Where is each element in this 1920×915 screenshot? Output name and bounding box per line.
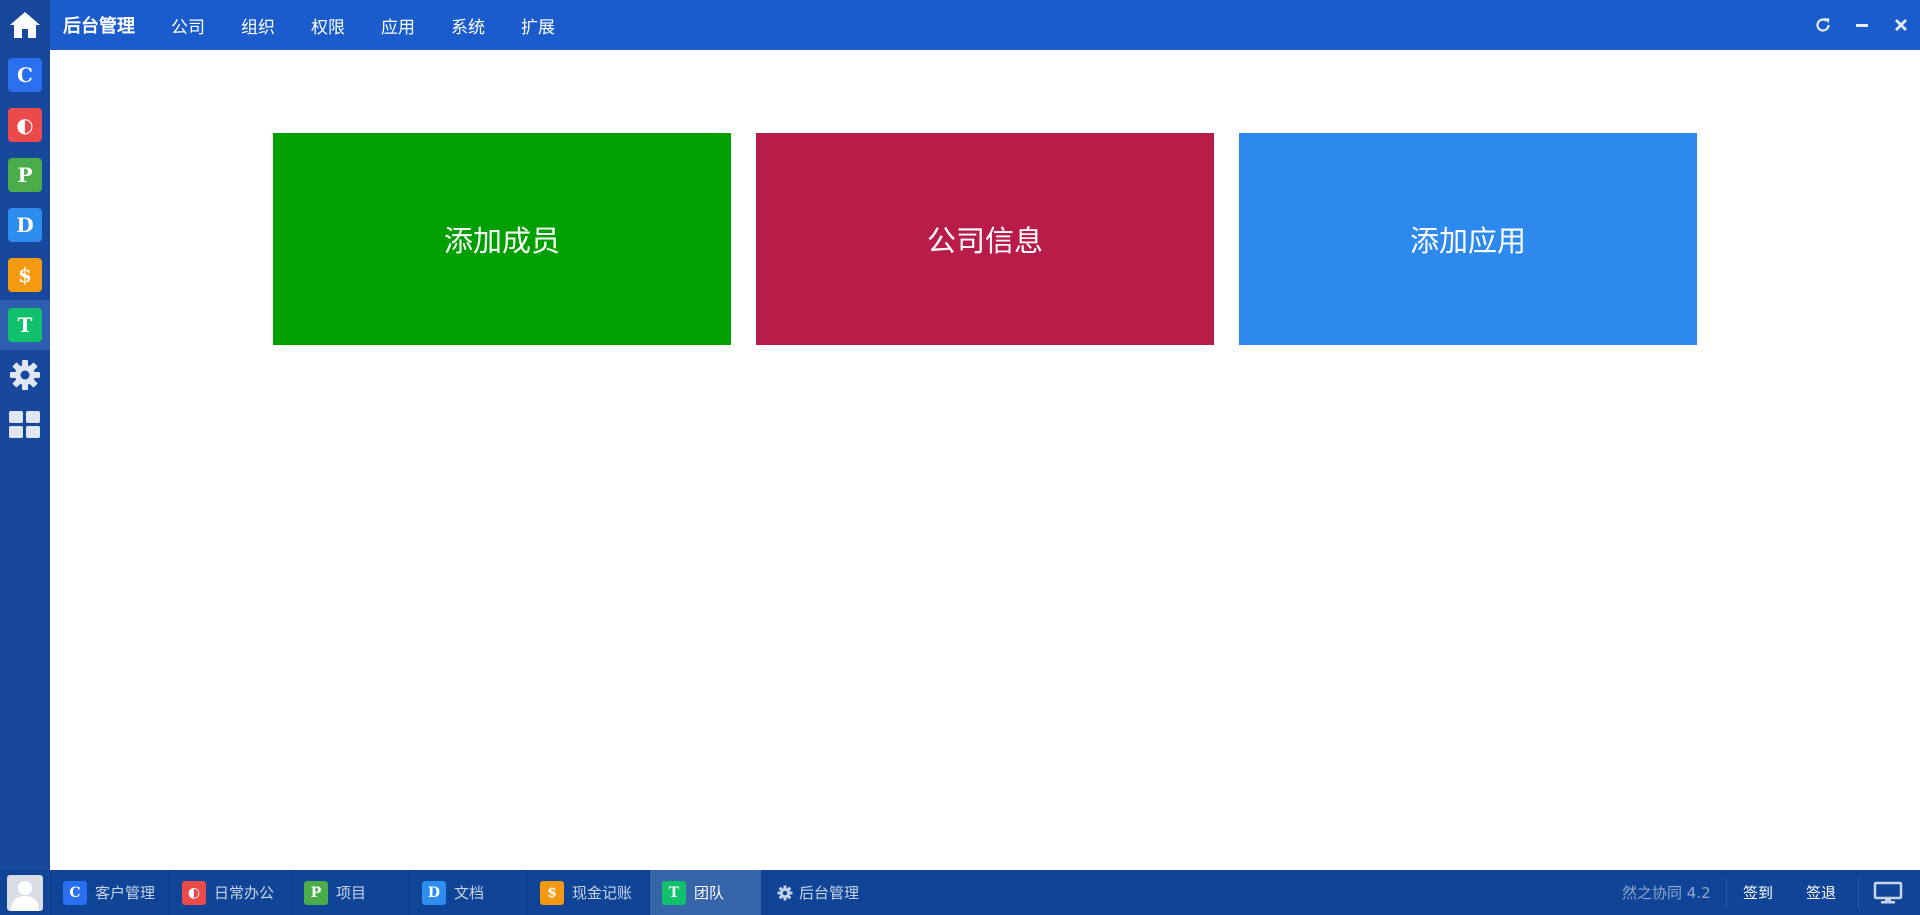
menu-organization[interactable]: 组织 bbox=[223, 13, 293, 38]
company-info-label: 公司信息 bbox=[926, 224, 1043, 258]
monitor-icon bbox=[1873, 881, 1903, 903]
show-desktop-button[interactable] bbox=[1873, 870, 1903, 915]
taskbar-item-label: 文档 bbox=[454, 884, 485, 902]
menu-company[interactable]: 公司 bbox=[153, 13, 223, 38]
refresh-button[interactable] bbox=[1803, 0, 1842, 50]
customer-app-icon: C bbox=[63, 880, 87, 905]
menu-permission[interactable]: 权限 bbox=[293, 13, 363, 38]
home-button[interactable] bbox=[0, 0, 50, 50]
top-navbar: 后台管理 公司 组织 权限 应用 系统 扩展 bbox=[50, 0, 1920, 50]
taskbar-item-customer[interactable]: C 客户管理 bbox=[50, 870, 167, 915]
cash-app-icon: $ bbox=[540, 880, 564, 905]
sign-in-button[interactable]: 签到 bbox=[1743, 870, 1773, 915]
taskbar-item-label: 项目 bbox=[336, 884, 367, 902]
page-title[interactable]: 后台管理 bbox=[63, 12, 135, 38]
sidebar-app-daily-office[interactable]: ◐ bbox=[0, 100, 50, 150]
project-app-icon: P bbox=[8, 158, 42, 192]
taskbar: C 客户管理 ◐ 日常办公 P 项目 D 文档 $ 现金记账 T 团队 后台管理… bbox=[0, 870, 1920, 915]
home-icon bbox=[10, 12, 40, 38]
document-app-icon: D bbox=[8, 208, 42, 242]
gear-icon bbox=[10, 360, 40, 390]
sidebar-app-project[interactable]: P bbox=[0, 150, 50, 200]
minimize-icon bbox=[1855, 24, 1868, 27]
taskbar-item-document[interactable]: D 文档 bbox=[409, 870, 522, 915]
menu-application[interactable]: 应用 bbox=[363, 13, 433, 38]
sidebar-app-team[interactable]: T bbox=[0, 300, 50, 350]
avatar[interactable] bbox=[7, 875, 43, 911]
sign-in-label: 签到 bbox=[1743, 884, 1774, 902]
sign-out-label: 签退 bbox=[1806, 884, 1837, 902]
add-member-label: 添加成员 bbox=[443, 224, 560, 258]
refresh-icon bbox=[1815, 18, 1830, 32]
sidebar-app-customer[interactable]: C bbox=[0, 50, 50, 100]
project-app-icon: P bbox=[304, 880, 328, 905]
sidebar-app-document[interactable]: D bbox=[0, 200, 50, 250]
taskbar-divider bbox=[1726, 878, 1727, 908]
close-icon bbox=[1894, 19, 1907, 31]
taskbar-item-label: 日常办公 bbox=[214, 884, 275, 902]
cash-app-icon: $ bbox=[8, 258, 42, 292]
taskbar-item-team[interactable]: T 团队 bbox=[649, 870, 761, 915]
window-controls bbox=[1803, 0, 1920, 50]
main-content: 添加成员 公司信息 添加应用 bbox=[50, 50, 1920, 870]
taskbar-item-label: 团队 bbox=[694, 884, 725, 902]
grid-icon bbox=[9, 411, 40, 438]
taskbar-item-cash[interactable]: $ 现金记账 bbox=[527, 870, 644, 915]
daily-office-app-icon: ◐ bbox=[182, 880, 206, 905]
close-button[interactable] bbox=[1881, 0, 1920, 50]
menu-system[interactable]: 系统 bbox=[433, 13, 503, 38]
sign-out-button[interactable]: 签退 bbox=[1806, 870, 1836, 915]
taskbar-item-daily-office[interactable]: ◐ 日常办公 bbox=[169, 870, 286, 915]
version-label: 然之协同 4.2 bbox=[1622, 884, 1711, 902]
sidebar-settings-button[interactable] bbox=[0, 350, 50, 400]
taskbar-divider bbox=[1858, 878, 1859, 908]
left-sidebar: C ◐ P D $ T bbox=[0, 0, 50, 870]
user-icon bbox=[11, 881, 39, 911]
version-info: 然之协同 4.2 bbox=[1622, 870, 1711, 915]
taskbar-item-label: 客户管理 bbox=[95, 884, 156, 902]
minimize-button[interactable] bbox=[1842, 0, 1881, 50]
add-member-tile[interactable]: 添加成员 bbox=[273, 133, 731, 345]
add-application-tile[interactable]: 添加应用 bbox=[1239, 133, 1697, 345]
taskbar-item-project[interactable]: P 项目 bbox=[291, 870, 404, 915]
daily-office-app-icon: ◐ bbox=[8, 108, 42, 142]
taskbar-item-admin[interactable]: 后台管理 bbox=[766, 870, 878, 915]
team-app-icon: T bbox=[662, 880, 686, 905]
customer-app-icon: C bbox=[8, 58, 42, 92]
document-app-icon: D bbox=[422, 880, 446, 905]
taskbar-item-label: 后台管理 bbox=[799, 884, 860, 902]
taskbar-item-label: 现金记账 bbox=[572, 884, 633, 902]
sidebar-all-apps-button[interactable] bbox=[0, 400, 50, 450]
menu-extension[interactable]: 扩展 bbox=[503, 13, 573, 38]
gear-icon bbox=[777, 885, 793, 900]
company-info-tile[interactable]: 公司信息 bbox=[756, 133, 1214, 345]
team-app-icon: T bbox=[8, 308, 42, 342]
add-application-label: 添加应用 bbox=[1409, 224, 1526, 258]
sidebar-app-cash[interactable]: $ bbox=[0, 250, 50, 300]
